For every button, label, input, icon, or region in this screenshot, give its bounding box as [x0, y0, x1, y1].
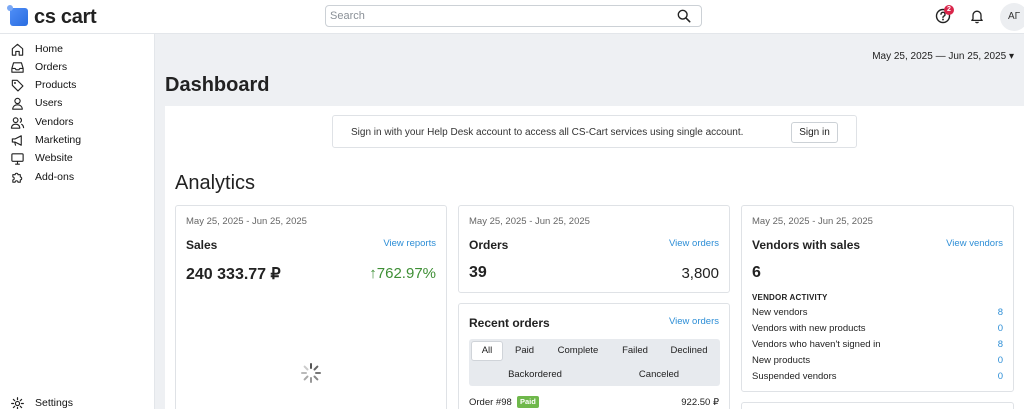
- card-title: Recent orders: [469, 316, 550, 330]
- vendor-activity-row: Suspended vendors 0: [752, 371, 1003, 385]
- sidebar-item-products[interactable]: Products: [10, 76, 76, 94]
- sales-card: May 25, 2025 - Jun 25, 2025 Sales View r…: [175, 205, 447, 409]
- card-title: Vendors with sales: [752, 238, 861, 252]
- recent-orders-card: Recent orders View orders All Paid Compl…: [458, 303, 730, 409]
- sidebar-item-label: Users: [35, 97, 63, 109]
- sidebar: Home Orders Products Users Vendors Marke…: [0, 34, 155, 409]
- order-number[interactable]: Order #98: [469, 397, 512, 408]
- card-date: May 25, 2025 - Jun 25, 2025: [186, 216, 307, 227]
- sidebar-item-orders[interactable]: Orders: [10, 58, 67, 76]
- vendor-activity-count[interactable]: 0: [998, 355, 1003, 366]
- vendor-activity-row: New products 0: [752, 355, 1003, 369]
- loading-spinner-icon: [301, 363, 321, 383]
- tab-complete[interactable]: Complete: [549, 341, 607, 361]
- extra-card: [741, 402, 1014, 409]
- tab-backordered[interactable]: Backordered: [489, 365, 581, 385]
- card-title: Orders: [469, 238, 509, 252]
- logo-mark-icon: [7, 5, 28, 26]
- sales-value: 240 333.77 ₽: [186, 266, 281, 283]
- tab-all[interactable]: All: [471, 341, 503, 361]
- tab-canceled[interactable]: Canceled: [619, 365, 699, 385]
- order-status-tabs: All Paid Complete Failed Declined Backor…: [469, 339, 720, 386]
- monitor-icon: [11, 152, 24, 165]
- notification-badge: 2: [944, 5, 954, 15]
- user-icon: [12, 97, 23, 110]
- analytics-title: Analytics: [175, 172, 256, 194]
- vendor-activity-row: New vendors 8: [752, 307, 1003, 321]
- sidebar-item-users[interactable]: Users: [10, 94, 62, 112]
- sidebar-item-vendors[interactable]: Vendors: [10, 113, 74, 131]
- vendors-count: 6: [752, 264, 761, 281]
- sidebar-item-addons[interactable]: Add-ons: [10, 168, 74, 186]
- logo-text: cs cart: [34, 5, 97, 28]
- sidebar-item-label: Products: [35, 79, 77, 91]
- helpdesk-text: Sign in with your Help Desk account to a…: [351, 127, 744, 138]
- date-range-label: May 25, 2025 — Jun 25, 2025: [872, 51, 1007, 62]
- vendor-activity-label: Vendors who haven't signed in: [752, 339, 881, 350]
- sign-in-button[interactable]: Sign in: [791, 122, 838, 143]
- vendor-activity-count[interactable]: 8: [998, 339, 1003, 350]
- date-range-picker[interactable]: May 25, 2025 — Jun 25, 2025 ▾: [872, 51, 1014, 62]
- bell-icon[interactable]: [969, 8, 985, 24]
- vendor-activity-row: Vendors with new products 0: [752, 323, 1003, 337]
- vendor-activity-label: New products: [752, 355, 811, 366]
- view-recent-orders-link[interactable]: View orders: [669, 316, 719, 327]
- card-date: May 25, 2025 - Jun 25, 2025: [752, 216, 873, 227]
- sidebar-item-label: Vendors: [35, 116, 74, 128]
- puzzle-icon: [12, 172, 23, 183]
- view-vendors-link[interactable]: View vendors: [946, 238, 1003, 249]
- status-badge: Paid: [517, 396, 539, 408]
- card-title: Sales: [186, 238, 218, 252]
- dashboard-panel: Sign in with your Help Desk account to a…: [165, 106, 1024, 409]
- sidebar-item-website[interactable]: Website: [10, 149, 73, 167]
- home-icon: [11, 43, 24, 56]
- sidebar-item-label: Home: [35, 43, 64, 55]
- sidebar-item-label: Marketing: [35, 134, 82, 146]
- inbox-icon: [11, 61, 24, 73]
- main-content: May 25, 2025 — Jun 25, 2025 ▾ Dashboard …: [155, 34, 1024, 409]
- sales-growth: ↑762.97%: [369, 265, 436, 282]
- search-icon[interactable]: [677, 9, 691, 23]
- vendor-activity-label: New vendors: [752, 307, 808, 318]
- tab-failed[interactable]: Failed: [614, 341, 656, 361]
- megaphone-icon: [11, 134, 22, 146]
- search-box[interactable]: [325, 5, 702, 27]
- sidebar-item-label: Website: [35, 152, 73, 164]
- orders-count: 39: [469, 264, 487, 281]
- sidebar-item-marketing[interactable]: Marketing: [10, 131, 81, 149]
- search-input[interactable]: [330, 8, 670, 24]
- view-orders-link[interactable]: View orders: [669, 238, 719, 249]
- page-title: Dashboard: [165, 74, 270, 96]
- logo[interactable]: cs cart: [7, 5, 97, 28]
- sidebar-item-home[interactable]: Home: [10, 40, 63, 58]
- tag-icon: [11, 79, 24, 91]
- gear-icon: [11, 396, 24, 409]
- orders-total: 3,800: [681, 265, 719, 282]
- caret-down-icon: ▾: [1008, 51, 1014, 62]
- vendor-activity-label: Suspended vendors: [752, 371, 837, 382]
- vendor-activity-count[interactable]: 0: [998, 371, 1003, 382]
- vendor-activity-row: Vendors who haven't signed in 8: [752, 339, 1003, 353]
- vendor-activity-count[interactable]: 0: [998, 323, 1003, 334]
- tab-declined[interactable]: Declined: [661, 341, 717, 361]
- sidebar-item-label: Settings: [35, 397, 73, 409]
- view-reports-link[interactable]: View reports: [383, 238, 436, 249]
- sidebar-item-label: Add-ons: [35, 171, 75, 183]
- helpdesk-banner: Sign in with your Help Desk account to a…: [332, 115, 857, 148]
- avatar[interactable]: АГ: [1000, 3, 1024, 31]
- vendor-activity-label: Vendors with new products: [752, 323, 866, 334]
- vendors-card: May 25, 2025 - Jun 25, 2025 Vendors with…: [741, 205, 1014, 392]
- order-row[interactable]: Order #98 Paid 922.50 ₽: [469, 396, 719, 409]
- sidebar-item-label: Orders: [35, 61, 68, 73]
- vendor-activity-heading: VENDOR ACTIVITY: [752, 293, 828, 302]
- top-bar: cs cart 2 АГ: [0, 0, 1024, 34]
- sidebar-item-settings[interactable]: Settings: [10, 394, 73, 409]
- vendor-activity-count[interactable]: 8: [998, 307, 1003, 318]
- order-amount: 922.50 ₽: [681, 397, 719, 408]
- card-date: May 25, 2025 - Jun 25, 2025: [469, 216, 590, 227]
- tab-paid[interactable]: Paid: [506, 341, 543, 361]
- users-icon: [10, 116, 25, 129]
- orders-card: May 25, 2025 - Jun 25, 2025 Orders View …: [458, 205, 730, 293]
